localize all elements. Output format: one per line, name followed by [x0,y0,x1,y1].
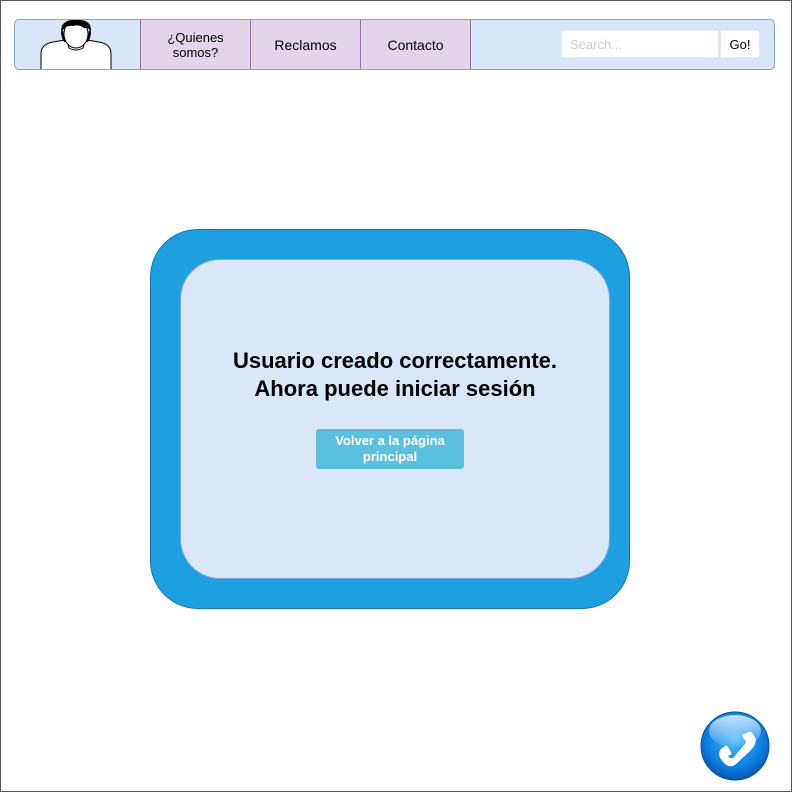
back-to-home-button[interactable]: Volver a la página principal [316,429,464,469]
search-input[interactable] [561,30,719,58]
user-avatar-icon[interactable] [39,20,113,70]
nav-item-contacto-label: Contacto [387,36,444,53]
back-button-line2: principal [362,449,418,464]
success-message-line1: Usuario creado correctamente. [232,348,558,373]
nav-item-reclamos-label: Reclamos [274,36,337,53]
phone-icon[interactable] [700,711,770,781]
back-button-line1: Volver a la página [335,433,445,448]
dialog-panel [180,259,610,579]
search-go-button[interactable]: Go! [720,30,760,58]
nav-item-reclamos[interactable]: Reclamos [250,20,360,69]
nav-item-quienes-line1: ¿Quienes [167,29,224,45]
success-message: Usuario creado correctamente. Ahora pued… [180,347,610,403]
nav-item-quienes-line2: somos? [172,44,219,60]
success-message-line2: Ahora puede iniciar sesión [254,376,536,401]
nav-item-contacto[interactable]: Contacto [360,20,471,69]
nav-item-quienes-somos[interactable]: ¿Quienes somos? [140,20,250,69]
navbar: ¿Quienes somos? Reclamos Contacto Go! [14,19,775,70]
